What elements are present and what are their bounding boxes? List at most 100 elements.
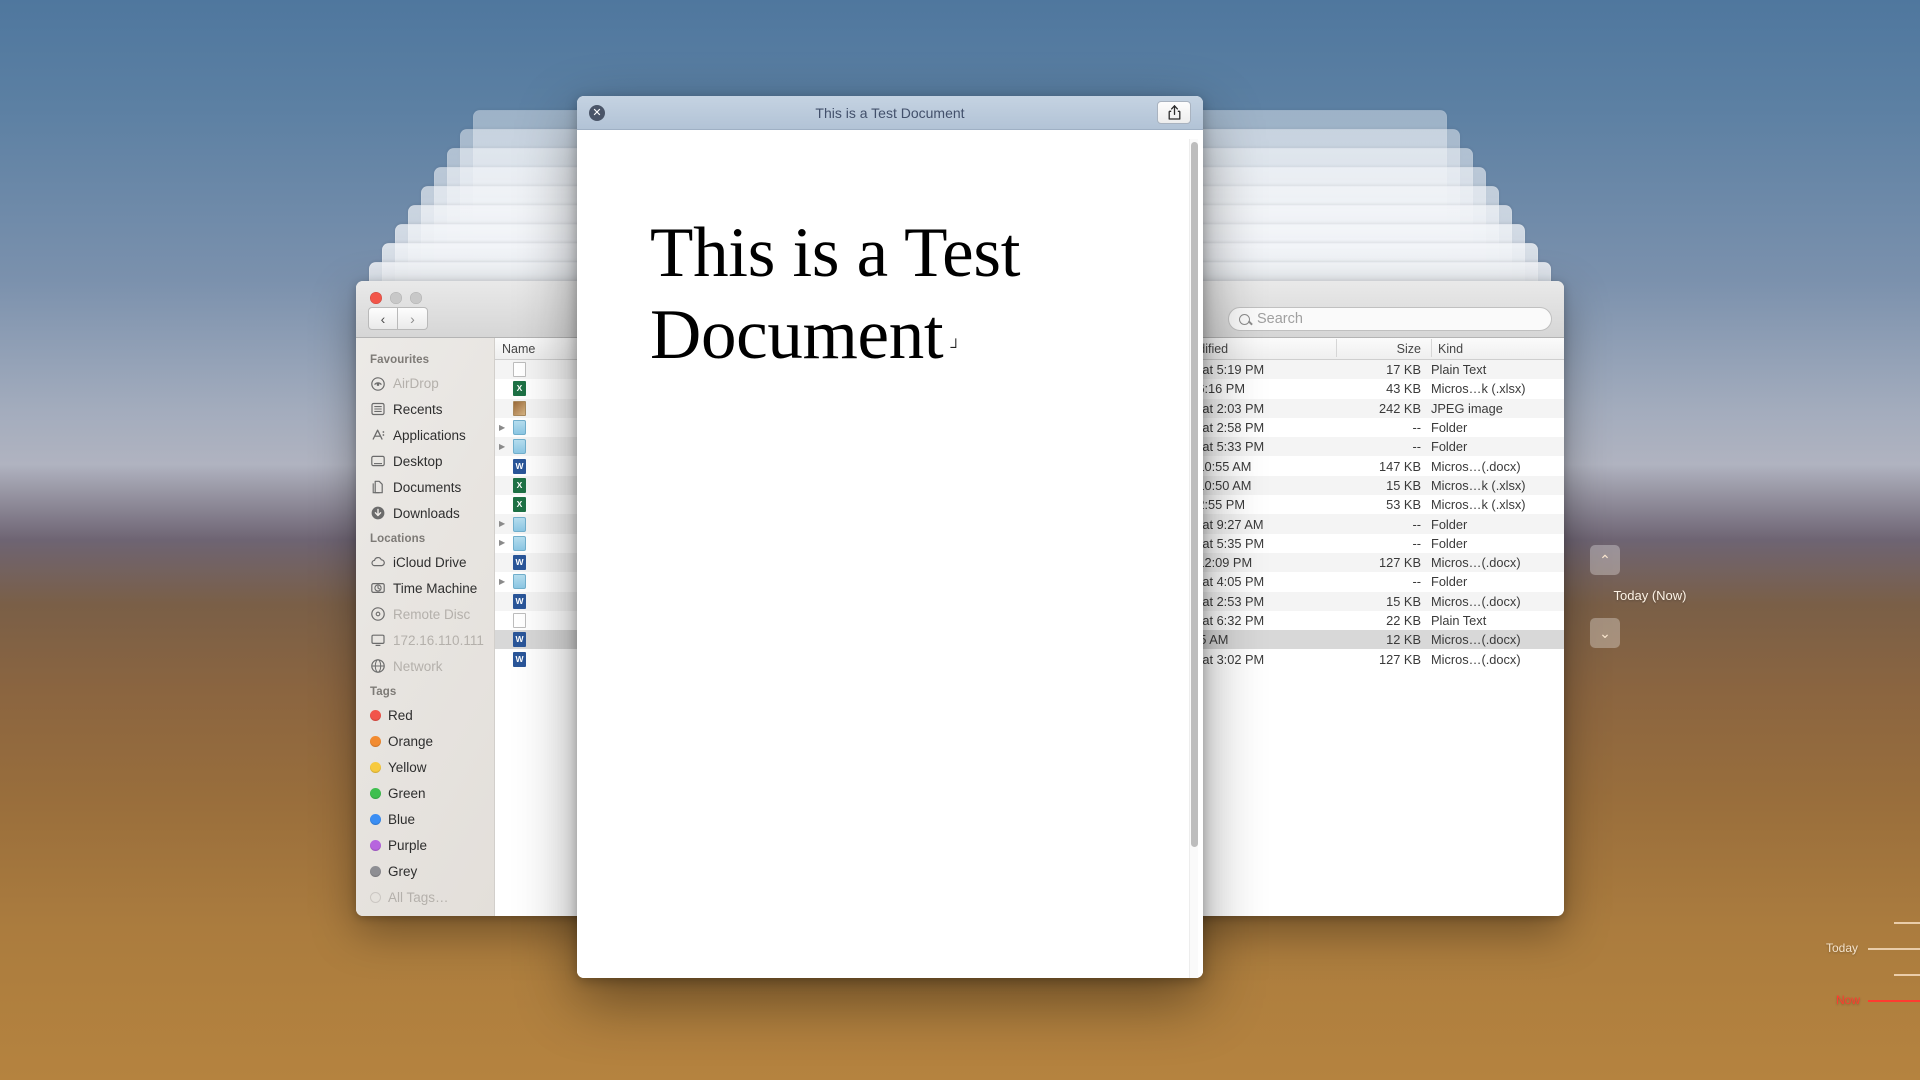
column-header-size[interactable]: Size [1336,338,1431,357]
disclosure-triangle-icon[interactable]: ▶ [499,520,508,528]
disclosure-triangle-icon[interactable]: ▶ [499,442,508,451]
close-icon[interactable]: ✕ [589,105,605,121]
network-icon [370,658,386,674]
scrollbar-thumb[interactable] [1191,142,1198,847]
sidebar-section-header-favourites: Favourites [370,354,430,366]
file-type-icon-txt [513,362,526,378]
file-size: 12 KB [1386,632,1421,648]
quick-look-window[interactable]: ✕ This is a Test Document This is a Test… [577,96,1203,978]
search-icon [1239,313,1250,325]
file-size: 22 KB [1386,613,1421,628]
time-machine-forward-button[interactable]: ⌄ [1590,618,1620,648]
sidebar-section-header-locations: Locations [370,533,426,545]
disclosure-triangle-icon[interactable]: ▶ [499,423,508,432]
navigation-buttons[interactable]: ‹ › [368,307,428,330]
sidebar-item-label: Applications [393,427,466,443]
icloud-icon [370,554,386,570]
file-type-icon-xls: X [513,381,526,397]
sidebar-item-orange[interactable]: Orange [356,728,494,754]
disclosure-triangle-icon[interactable]: ▶ [499,577,508,586]
sidebar-item-172-16-110-111[interactable]: 172.16.110.111 [356,627,494,653]
search-input[interactable]: Search [1228,307,1552,331]
time-machine-icon [370,580,386,596]
sidebar-item-label: Documents [393,479,462,495]
disc-icon [370,606,386,622]
sidebar-item-blue[interactable]: Blue [356,806,494,832]
file-size: 15 KB [1386,593,1421,609]
sidebar-item-label: iCloud Drive [393,554,467,570]
sidebar-item-label: Time Machine [393,580,478,596]
maximize-button[interactable] [410,292,422,304]
file-type-icon-word: W [513,651,526,667]
sidebar-item-label: Green [388,785,426,801]
sidebar-item-airdrop[interactable]: AirDrop [356,370,494,396]
sidebar-item-icloud-drive[interactable]: iCloud Drive [356,549,494,575]
file-kind: Plain Text [1431,362,1487,378]
quick-look-scrollbar[interactable] [1189,139,1198,978]
sidebar-item-green[interactable]: Green [356,780,494,806]
sidebar-item-purple[interactable]: Purple [356,832,494,858]
sidebar-item-label: All Tags… [388,889,449,905]
forward-button[interactable]: › [398,307,428,330]
sidebar-item-yellow[interactable]: Yellow [356,754,494,780]
file-type-icon-folder [513,420,526,436]
tag-color-dot-purple [370,839,381,851]
column-header-kind[interactable]: Kind [1431,338,1564,357]
file-kind: JPEG image [1431,400,1503,416]
file-type-icon-jpg [513,400,526,416]
finder-sidebar[interactable]: Favourites AirDrop Recents Applications Desk… [356,338,495,916]
window-controls[interactable] [370,292,422,304]
file-size: 53 KB [1386,497,1421,513]
file-size: -- [1412,516,1421,532]
close-button[interactable] [370,292,382,304]
timeline-tick[interactable] [1894,922,1920,924]
file-type-icon-word: W [513,632,526,648]
tag-color-dot-yellow [370,761,381,773]
timeline-label-today[interactable]: Today [1826,941,1858,955]
sidebar-item-downloads[interactable]: Downloads [356,500,494,526]
file-size: 15 KB [1386,477,1421,493]
sidebar-item-label: Red [388,707,413,723]
documents-icon [370,479,386,495]
file-kind: Micros…k (.xlsx) [1431,497,1526,513]
sidebar-item-desktop[interactable]: Desktop [356,448,494,474]
search-placeholder: Search [1257,311,1303,327]
file-type-icon-folder [513,516,526,532]
sidebar-item-grey[interactable]: Grey [356,858,494,884]
file-size: -- [1412,535,1421,551]
timeline-tick[interactable] [1868,1000,1920,1002]
timeline-tick[interactable] [1868,948,1920,950]
time-machine-timeline[interactable]: Today Now [1690,900,1920,1080]
sidebar-item-label: Network [393,658,443,674]
file-kind: Micros…(.docx) [1431,458,1521,474]
applications-icon [370,427,386,443]
timeline-label-now[interactable]: Now [1836,993,1860,1007]
file-type-icon-txt [513,613,526,628]
sidebar-item-remote-disc[interactable]: Remote Disc [356,601,494,627]
share-icon[interactable] [1157,101,1191,124]
file-type-icon-xls: X [513,477,526,493]
time-machine-back-button[interactable]: ⌃ [1590,545,1620,575]
back-button[interactable]: ‹ [368,307,398,330]
file-kind: Micros…k (.xlsx) [1431,381,1526,397]
sidebar-item-network[interactable]: Network [356,653,494,679]
sidebar-item-applications[interactable]: Applications [356,422,494,448]
downloads-icon [370,505,386,521]
sidebar-item-label: 172.16.110.111 [393,632,484,648]
disclosure-triangle-icon[interactable]: ▶ [499,539,508,547]
file-size: 147 KB [1379,458,1421,474]
file-size: -- [1412,420,1421,436]
sidebar-item-recents[interactable]: Recents [356,396,494,422]
text-cursor-mark: ┘ [950,340,961,357]
file-size: 43 KB [1386,381,1421,397]
sidebar-item-documents[interactable]: Documents [356,474,494,500]
sidebar-item-red[interactable]: Red [356,702,494,728]
sidebar-item-time-machine[interactable]: Time Machine [356,575,494,601]
sidebar-item-label: Downloads [393,505,460,521]
tag-color-dot-all-tags [370,891,381,903]
minimize-button[interactable] [390,292,402,304]
sidebar-section-header-tags: Tags [370,686,397,698]
sidebar-item-all-tags[interactable]: All Tags… [356,884,494,910]
timeline-tick[interactable] [1894,974,1920,976]
sidebar-item-label: Recents [393,401,443,417]
